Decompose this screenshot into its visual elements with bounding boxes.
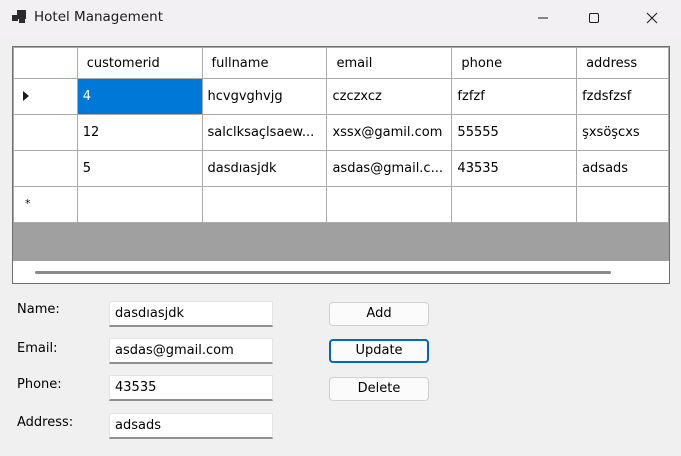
row-header-new[interactable]: * — [13, 186, 78, 223]
column-header-email[interactable]: email — [326, 47, 453, 79]
grid-cell-customerid[interactable]: 4 — [76, 78, 203, 115]
grid-cell-phone[interactable]: fzfzf — [451, 78, 578, 115]
column-header-fullname[interactable]: fullname — [201, 47, 328, 79]
grid-cell-empty[interactable] — [76, 186, 203, 223]
grid-cell-fullname[interactable]: hcvgvghvjg — [201, 78, 328, 115]
grid-cell-address[interactable]: adsads — [576, 150, 669, 187]
row-header-corner[interactable] — [13, 47, 78, 79]
new-row-marker: * — [25, 197, 31, 210]
grid-cell-fullname[interactable]: dasdıasjdk — [201, 150, 328, 187]
grid-cell-phone[interactable]: 55555 — [451, 114, 578, 151]
update-button[interactable]: Update — [329, 339, 429, 363]
table-row[interactable]: 4 hcvgvghvjg czczxcz fzfzf fzdsfzsf — [13, 78, 669, 115]
phone-input[interactable]: 43535 — [109, 375, 273, 401]
maximize-icon — [589, 13, 599, 23]
close-button[interactable] — [629, 0, 675, 36]
grid-cell-empty[interactable] — [326, 186, 453, 223]
add-button[interactable]: Add — [329, 302, 429, 326]
grid-header-row: customerid fullname email phone address — [13, 47, 669, 79]
scrollbar-thumb[interactable] — [35, 271, 611, 274]
horizontal-scrollbar[interactable] — [13, 261, 669, 283]
grid-cell-customerid[interactable]: 12 — [76, 114, 203, 151]
phone-label: Phone: — [17, 377, 62, 392]
minimize-icon — [538, 17, 548, 19]
window-title: Hotel Management — [34, 9, 163, 25]
current-row-arrow-icon — [23, 91, 29, 101]
grid-cell-empty[interactable] — [201, 186, 328, 223]
name-input[interactable]: dasdıasjdk — [109, 301, 273, 327]
grid-cell-customerid[interactable]: 5 — [76, 150, 203, 187]
delete-button[interactable]: Delete — [329, 377, 429, 401]
name-label: Name: — [17, 302, 60, 317]
email-label: Email: — [17, 341, 58, 356]
grid-cell-empty[interactable] — [576, 186, 669, 223]
row-header-current[interactable] — [13, 78, 78, 115]
grid-cell-fullname[interactable]: salclksaçlsaew... — [201, 114, 328, 151]
close-icon — [646, 12, 658, 24]
minimize-button[interactable] — [520, 0, 566, 36]
address-input[interactable]: adsads — [109, 413, 273, 439]
grid-cell-address[interactable]: şxsöşcxs — [576, 114, 669, 151]
app-window-icon — [12, 10, 26, 24]
address-label: Address: — [17, 415, 74, 430]
column-header-phone[interactable]: phone — [451, 47, 578, 79]
row-header[interactable] — [13, 150, 78, 187]
row-header[interactable] — [13, 114, 78, 151]
grid-empty-area — [13, 224, 669, 261]
grid-cell-address[interactable]: fzdsfzsf — [576, 78, 669, 115]
maximize-button[interactable] — [571, 0, 617, 36]
grid-cell-email[interactable]: xssx@gamil.com — [326, 114, 453, 151]
column-header-address[interactable]: address — [576, 47, 669, 79]
grid-cell-empty[interactable] — [451, 186, 578, 223]
grid-cell-email[interactable]: czczxcz — [326, 78, 453, 115]
grid-cell-email[interactable]: asdas@gmail.c... — [326, 150, 453, 187]
email-input[interactable]: asdas@gmail.com — [109, 338, 273, 364]
table-row[interactable]: 5 dasdıasjdk asdas@gmail.c... 43535 adsa… — [13, 150, 669, 187]
customer-data-grid[interactable]: customerid fullname email phone address … — [12, 46, 670, 284]
new-row[interactable]: * — [13, 186, 669, 223]
grid-cell-phone[interactable]: 43535 — [451, 150, 578, 187]
column-header-customerid[interactable]: customerid — [76, 47, 203, 79]
table-row[interactable]: 12 salclksaçlsaew... xssx@gamil.com 5555… — [13, 114, 669, 151]
title-bar: Hotel Management — [0, 0, 681, 36]
